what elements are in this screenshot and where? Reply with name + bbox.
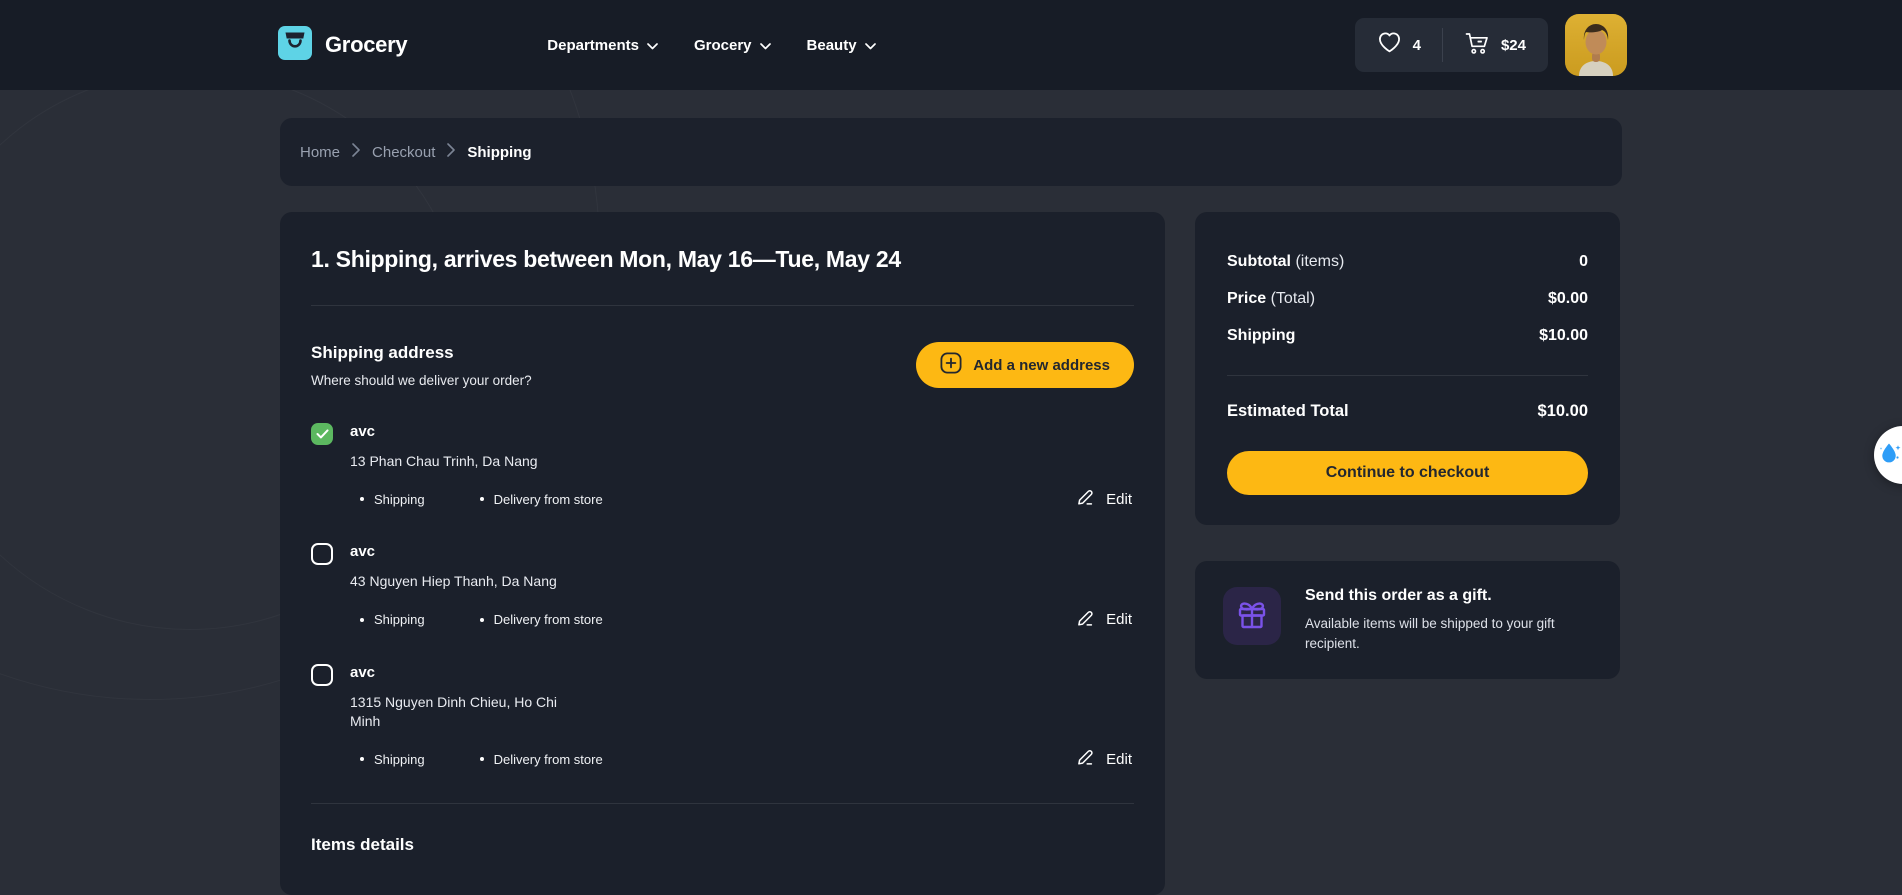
address-line: 13 Phan Chau Trinh, Da Nang	[350, 453, 538, 469]
estimated-total-label: Estimated Total	[1227, 402, 1349, 420]
chevron-down-icon	[864, 37, 876, 54]
shipping-step-title: 1. Shipping, arrives between Mon, May 16…	[311, 246, 901, 272]
address-tag: Delivery from store	[479, 752, 603, 767]
divider	[1227, 375, 1588, 376]
divider	[311, 305, 1134, 306]
shopping-bag-icon	[278, 25, 312, 65]
address-checkbox[interactable]	[311, 663, 333, 686]
plus-square-icon	[940, 352, 962, 378]
edit-label: Edit	[1106, 611, 1132, 629]
address-line: 43 Nguyen Hiep Thanh, Da Nang	[350, 573, 557, 590]
bullet-dot	[360, 497, 364, 502]
edit-label: Edit	[1106, 490, 1132, 508]
address-tag: Shipping	[360, 492, 425, 507]
address-item: avc 43 Nguyen Hiep Thanh, Da Nang Shippi…	[311, 542, 1134, 629]
address-tag: Delivery from store	[479, 492, 603, 507]
bullet-dot	[479, 617, 484, 622]
pencil-icon	[1076, 487, 1096, 511]
gift-icon-box	[1223, 587, 1281, 645]
estimated-total-value: $10.00	[1537, 402, 1588, 420]
nav-item-departments[interactable]: Departments	[547, 37, 658, 54]
water-drop-icon	[1877, 440, 1902, 471]
estimated-total-row: Estimated Total $10.00	[1227, 402, 1588, 421]
user-avatar[interactable]	[1565, 14, 1627, 76]
address-list: avc 13 Phan Chau Trinh, Da Nang Shipping…	[311, 422, 1134, 769]
divider	[311, 803, 1134, 805]
address-tag: Shipping	[360, 612, 425, 627]
address-item: avc 1315 Nguyen Dinh Chieu, Ho Chi Minh …	[311, 663, 1134, 770]
gift-banner[interactable]: Send this order as a gift. Available ite…	[1195, 561, 1620, 680]
chevron-right-icon	[447, 143, 456, 161]
address-item: avc 13 Phan Chau Trinh, Da Nang Shipping…	[311, 422, 1134, 509]
summary-row-subtotal: Subtotal (items) 0	[1227, 250, 1588, 273]
chevron-right-icon	[352, 143, 360, 161]
pencil-icon	[1076, 608, 1096, 632]
nav-item-label: Beauty	[806, 36, 857, 54]
gift-icon	[1232, 594, 1272, 639]
edit-address-button[interactable]: Edit	[1076, 608, 1134, 632]
chevron-down-icon	[647, 37, 658, 54]
gift-banner-title: Send this order as a gift.	[1305, 587, 1492, 604]
address-checkbox[interactable]	[311, 543, 333, 566]
address-name: avc	[350, 663, 376, 681]
gift-banner-description: Available items will be shipped to your …	[1305, 616, 1555, 651]
subtotal-value: 0	[1579, 253, 1588, 270]
breadcrumb-checkout[interactable]: Checkout	[372, 144, 435, 161]
add-address-button[interactable]: Add a new address	[916, 342, 1134, 388]
header-divider	[1441, 28, 1443, 62]
edit-address-button[interactable]: Edit	[1076, 747, 1134, 771]
address-checkbox[interactable]	[311, 423, 333, 445]
cart-total: $24	[1500, 36, 1526, 54]
wishlist-button[interactable]: 4	[1377, 31, 1421, 59]
nav-item-beauty[interactable]: Beauty	[807, 37, 876, 54]
navbar: Grocery Departments Grocery Beauty 4 $24	[0, 0, 1902, 90]
shipping-address-subtitle: Where should we deliver your order?	[311, 372, 532, 388]
heart-icon	[1377, 31, 1402, 59]
cart-button[interactable]: $24	[1464, 31, 1526, 60]
main-nav: Departments Grocery Beauty	[547, 37, 876, 54]
address-name: avc	[350, 423, 376, 440]
breadcrumb: Home Checkout Shipping	[280, 118, 1622, 186]
summary-row-price: Price (Total) $0.00	[1227, 287, 1588, 310]
breadcrumb-home[interactable]: Home	[300, 144, 340, 161]
address-line: 1315 Nguyen Dinh Chieu, Ho Chi Minh	[350, 693, 558, 729]
brand-name: Grocery	[325, 32, 408, 57]
nav-item-label: Grocery	[693, 36, 752, 54]
shipping-value: $10.00	[1539, 327, 1588, 344]
nav-item-grocery[interactable]: Grocery	[694, 37, 771, 54]
checkout-sidebar: Subtotal (items) 0 Price (Total) $0.00 S…	[1195, 212, 1620, 680]
floating-widget-button[interactable]	[1874, 426, 1902, 484]
items-details-title: Items details	[311, 835, 414, 855]
address-tag: Delivery from store	[479, 612, 603, 627]
price-value: $0.00	[1547, 290, 1588, 307]
wishlist-count: 4	[1412, 36, 1421, 54]
shipping-card: 1. Shipping, arrives between Mon, May 16…	[280, 212, 1165, 895]
address-name: avc	[350, 543, 376, 561]
order-summary-card: Subtotal (items) 0 Price (Total) $0.00 S…	[1195, 212, 1620, 525]
wishlist-cart-box: 4 $24	[1354, 18, 1548, 72]
add-address-label: Add a new address	[973, 356, 1110, 374]
continue-to-checkout-button[interactable]: Continue to checkout	[1227, 451, 1588, 495]
bullet-dot	[479, 757, 484, 762]
brand-logo[interactable]: Grocery	[278, 25, 408, 65]
header-right: 4 $24	[1354, 14, 1627, 76]
edit-label: Edit	[1106, 750, 1132, 768]
bullet-dot	[479, 497, 484, 502]
pencil-icon	[1076, 747, 1096, 771]
nav-item-label: Departments	[547, 36, 639, 54]
chevron-down-icon	[759, 37, 771, 54]
address-tag: Shipping	[360, 752, 425, 767]
bullet-dot	[360, 757, 364, 762]
summary-row-shipping: Shipping $10.00	[1227, 324, 1588, 347]
gift-banner-text: Send this order as a gift. Available ite…	[1305, 587, 1592, 653]
edit-address-button[interactable]: Edit	[1076, 487, 1134, 511]
shipping-address-title: Shipping address	[311, 342, 454, 362]
breadcrumb-current: Shipping	[467, 143, 532, 161]
cart-icon	[1464, 31, 1490, 60]
bullet-dot	[360, 617, 364, 622]
shipping-address-header: Shipping address Where should we deliver…	[311, 343, 532, 388]
